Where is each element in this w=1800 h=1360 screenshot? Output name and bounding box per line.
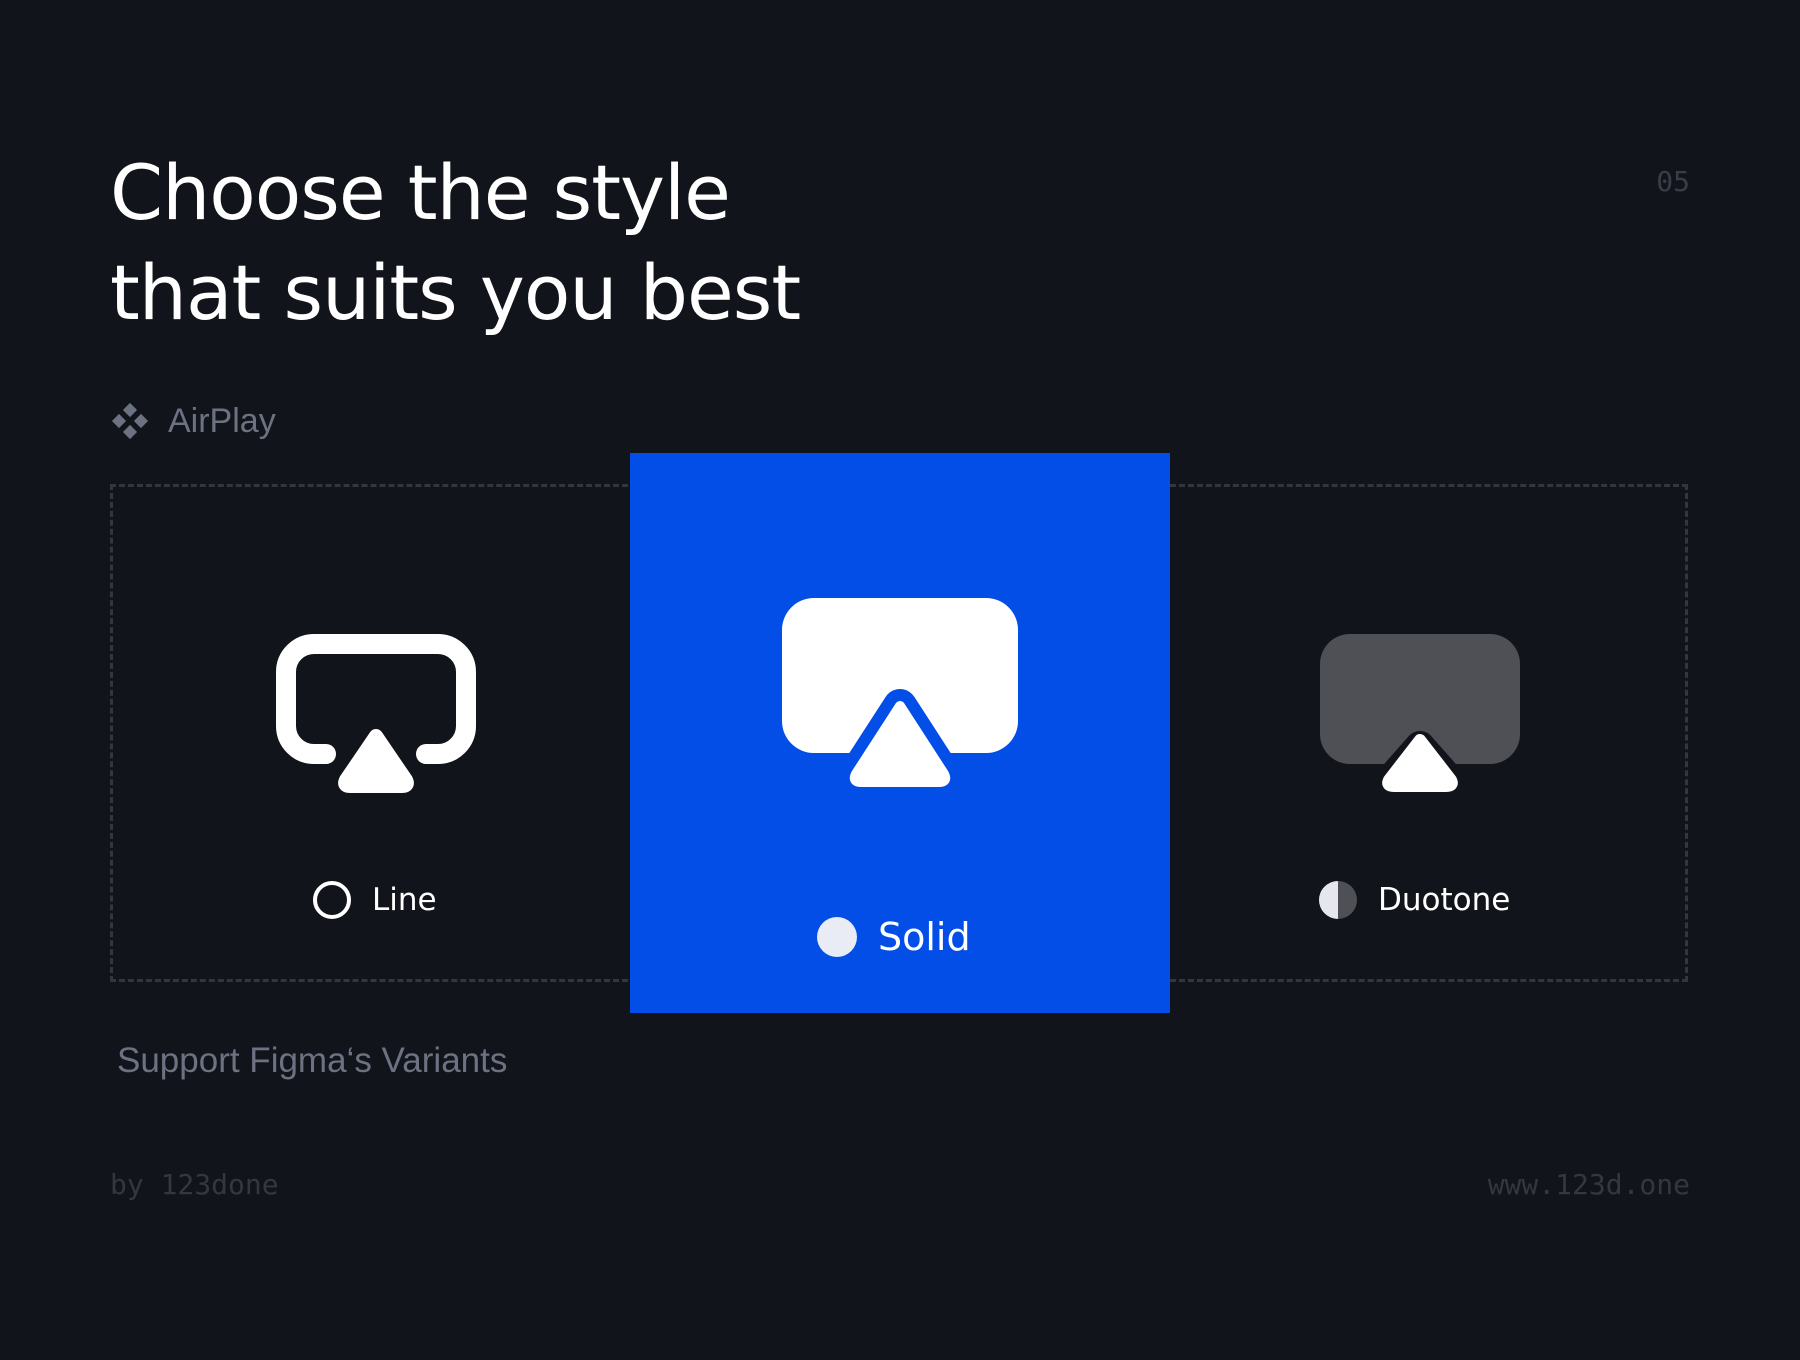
variant-solid-text: Solid	[878, 915, 971, 959]
airplay-line-icon	[276, 634, 476, 793]
airplay-duotone-icon	[1320, 634, 1520, 794]
variant-duotone-label: Duotone	[1318, 880, 1510, 920]
variant-solid-label: Solid	[816, 915, 971, 959]
airplay-solid-icon	[782, 598, 1018, 791]
variant-duotone[interactable]: Duotone	[1170, 484, 1688, 982]
variant-solid[interactable]: Solid	[630, 453, 1170, 1013]
component-name-label: AirPlay	[168, 401, 276, 440]
variant-line[interactable]: Line	[110, 484, 630, 982]
radio-filled-icon	[817, 917, 857, 957]
footer-website[interactable]: www.123d.one	[1488, 1168, 1690, 1201]
footer-author: by 123done	[110, 1168, 279, 1201]
page-title: Choose the style that suits you best	[110, 143, 801, 343]
variant-line-label: Line	[312, 880, 437, 920]
half-filled-circle-icon	[1319, 881, 1357, 919]
component-name: AirPlay	[110, 398, 276, 444]
variant-duotone-text: Duotone	[1378, 882, 1511, 918]
figma-component-icon	[111, 402, 149, 440]
support-text: Support Figma‘s Variants	[117, 1041, 508, 1080]
page-number: 05	[1656, 165, 1690, 198]
variant-line-text: Line	[372, 882, 437, 918]
title-line-2: that suits you best	[110, 248, 801, 337]
radio-empty-icon	[313, 881, 351, 919]
title-line-1: Choose the style	[110, 148, 731, 237]
